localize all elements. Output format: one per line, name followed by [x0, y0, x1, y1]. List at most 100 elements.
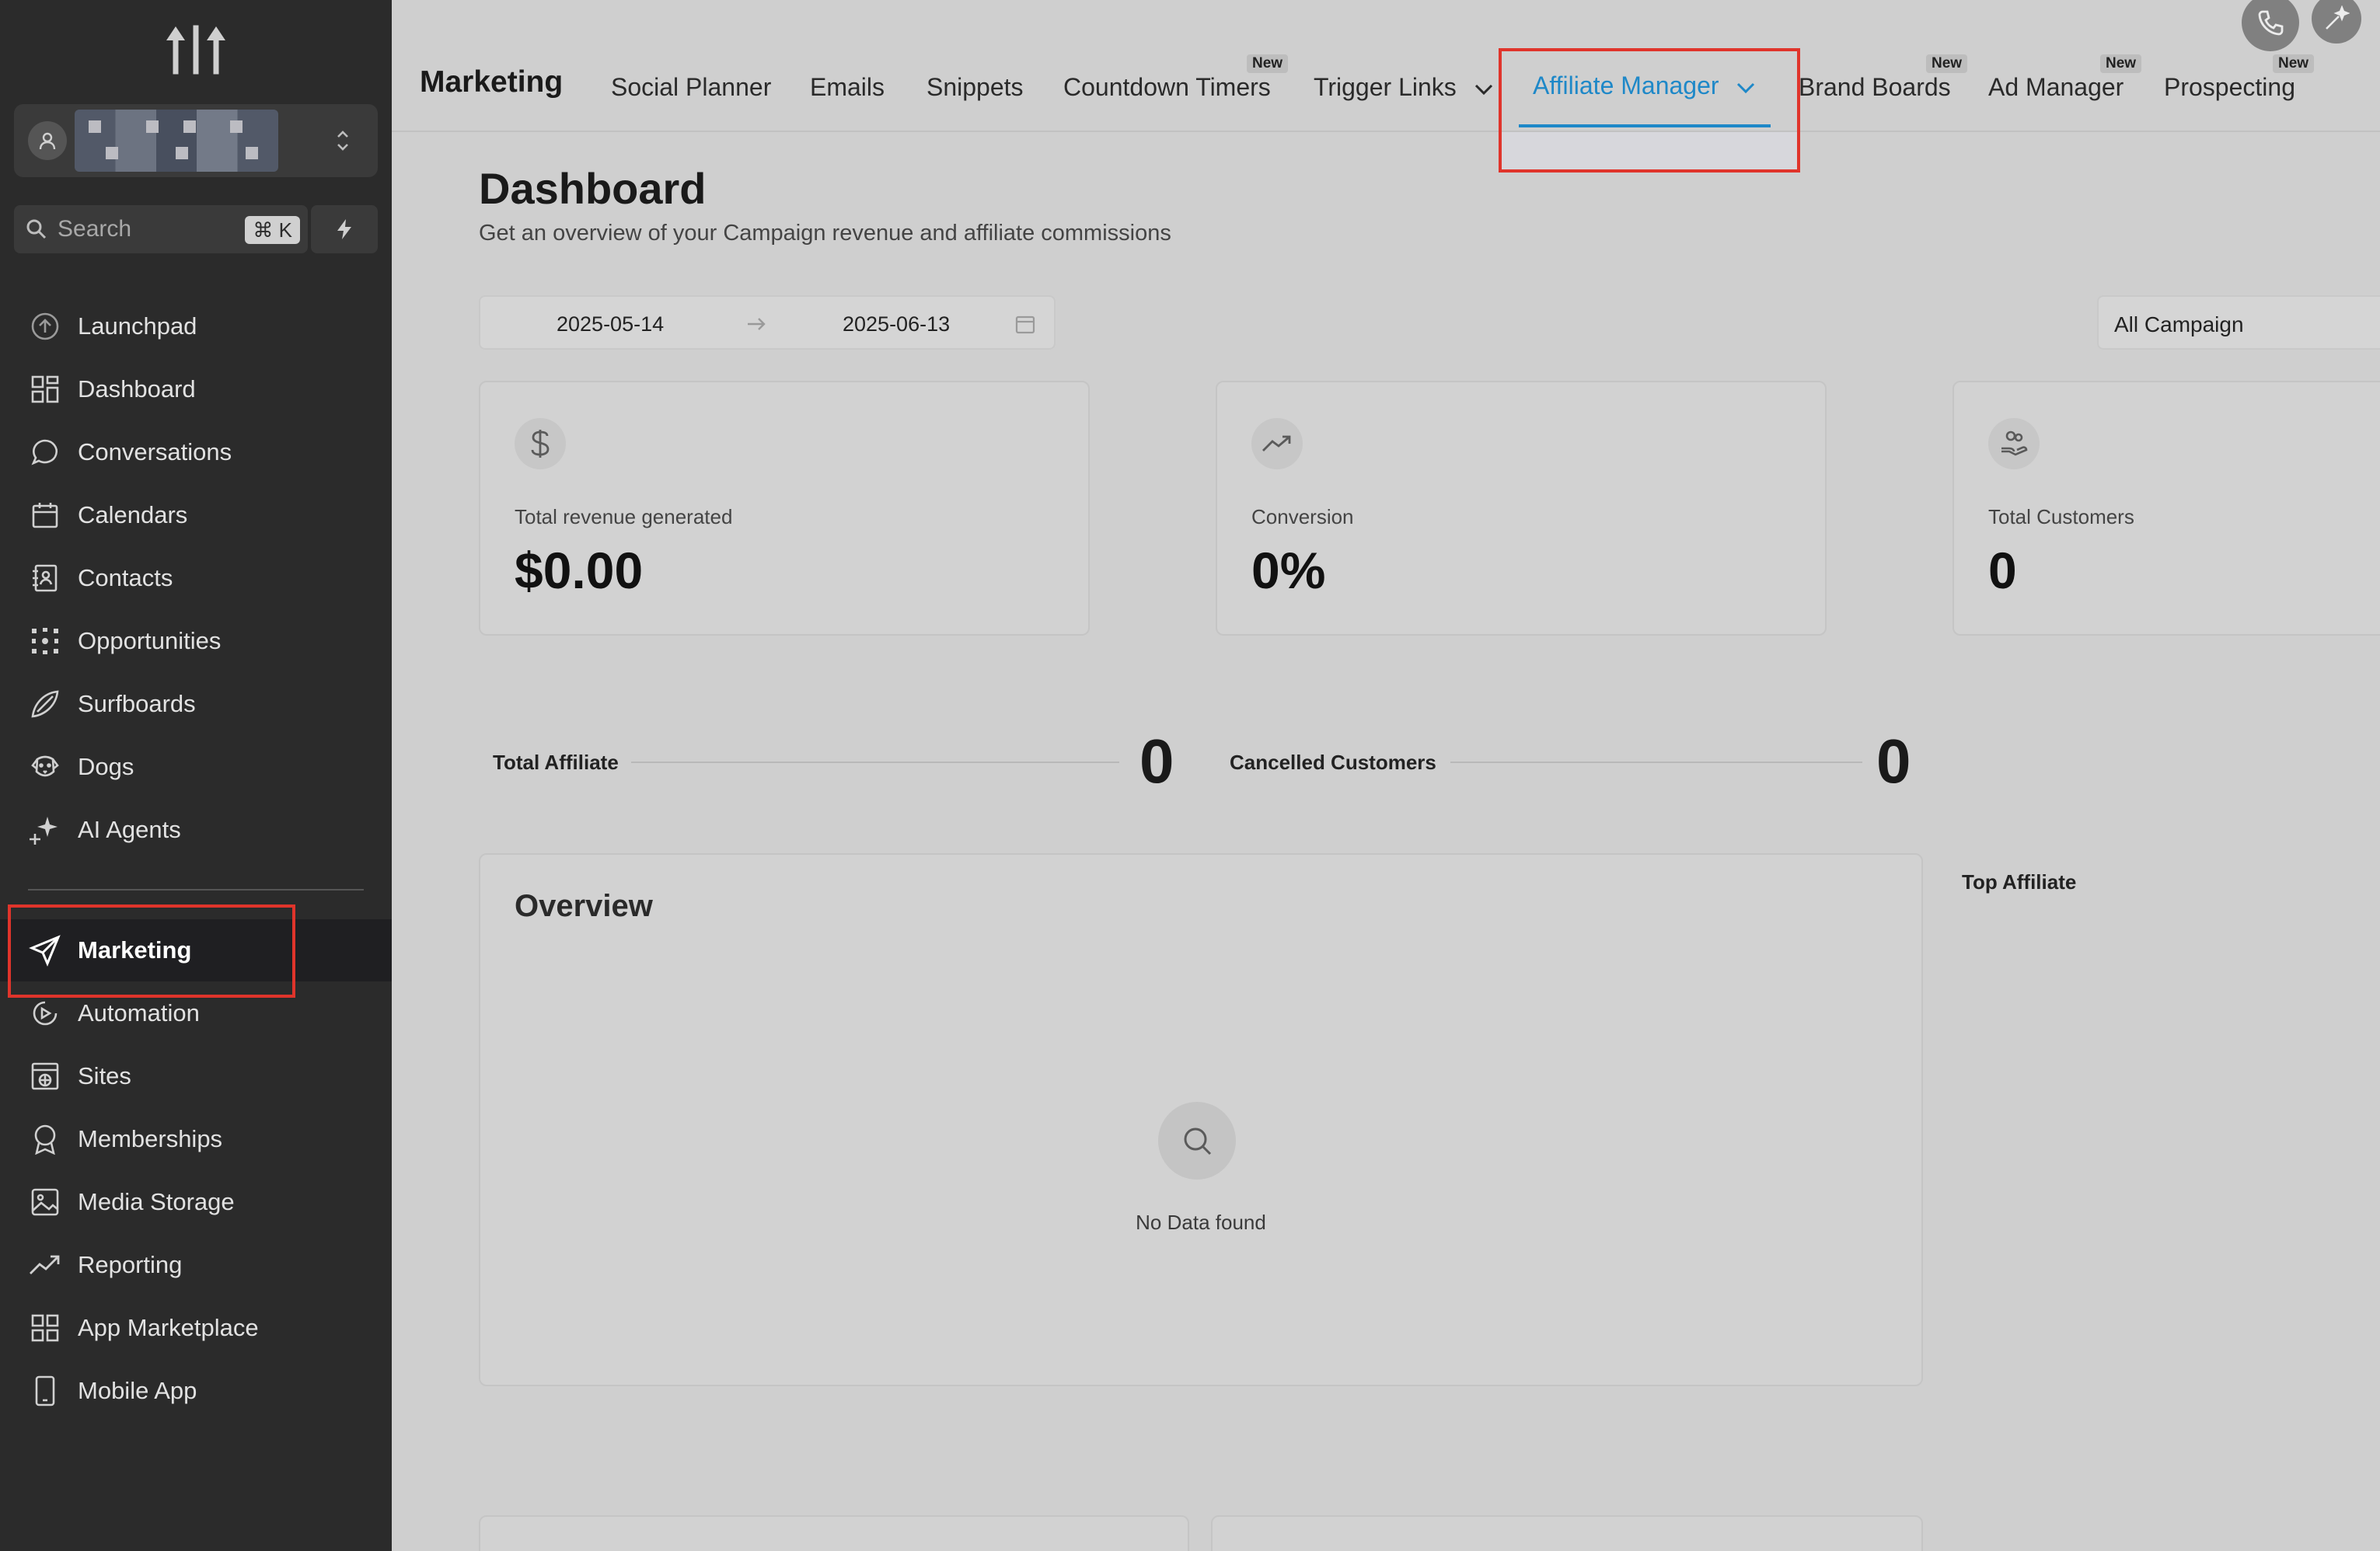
send-icon	[28, 933, 62, 967]
new-badge: New	[2100, 54, 2142, 73]
overview-title: Overview	[515, 889, 653, 923]
stat-value: 0	[1988, 542, 2017, 599]
quick-actions-button[interactable]	[311, 205, 378, 253]
page-subtitle: Get an overview of your Campaign revenue…	[479, 221, 1171, 246]
sidebar-item-automation[interactable]: Automation	[0, 982, 392, 1044]
brand-logo-icon[interactable]	[165, 20, 227, 75]
account-name-redacted	[75, 110, 278, 172]
affiliate-dropdown-panel	[1502, 132, 1797, 169]
metric-divider	[631, 762, 1119, 763]
section-title: Marketing	[420, 65, 564, 99]
apps-icon	[28, 1311, 62, 1345]
magic-wand-icon	[2326, 5, 2350, 30]
calendar-icon	[28, 498, 62, 532]
tab-countdown-timers[interactable]: Countdown Timers	[1063, 73, 1271, 102]
empty-state-text: No Data found	[1136, 1211, 1266, 1234]
sidebar-item-marketing[interactable]: Marketing	[0, 919, 392, 981]
tab-trigger-links[interactable]: Trigger Links	[1314, 73, 1495, 102]
top-nav-bar: Marketing Social Planner Emails Snippets…	[392, 0, 2380, 132]
date-end[interactable]: 2025-06-13	[843, 312, 950, 336]
sidebar-item-calendars[interactable]: Calendars	[0, 484, 392, 546]
tab-emails[interactable]: Emails	[810, 73, 885, 102]
new-badge: New	[1247, 54, 1289, 73]
search-icon	[26, 219, 47, 239]
tab-snippets[interactable]: Snippets	[927, 73, 1024, 102]
user-icon	[28, 121, 67, 160]
overview-card: Overview No Data found	[479, 853, 1923, 1386]
automation-icon	[28, 996, 62, 1030]
phone-call-icon	[2258, 10, 2284, 36]
account-switcher[interactable]	[14, 104, 378, 177]
active-tab-underline	[1519, 124, 1771, 127]
sidebar-item-mobile-app[interactable]: Mobile App	[0, 1360, 392, 1422]
sidebar-item-label: Opportunities	[78, 627, 222, 654]
sidebar-item-label: App Marketplace	[78, 1314, 259, 1341]
sparkle-icon	[28, 813, 62, 847]
chevron-down-icon	[1737, 82, 1755, 93]
launchpad-icon	[28, 309, 62, 343]
customers-icon	[1988, 418, 2040, 469]
trend-icon	[28, 1248, 62, 1282]
search-input[interactable]	[58, 216, 241, 242]
date-start[interactable]: 2025-05-14	[557, 312, 664, 336]
tab-ad-manager[interactable]: Ad Manager	[1988, 73, 2124, 102]
metric-label-total-affiliate: Total Affiliate	[493, 751, 619, 774]
phone-icon	[28, 1374, 62, 1408]
sidebar-item-memberships[interactable]: Memberships	[0, 1108, 392, 1170]
image-icon	[28, 1185, 62, 1219]
sidebar-item-dogs[interactable]: Dogs	[0, 736, 392, 798]
campaign-filter-select[interactable]: All Campaign	[2097, 295, 2380, 350]
sidebar-item-sites[interactable]: Sites	[0, 1045, 392, 1107]
new-badge: New	[2273, 54, 2315, 73]
sidebar-item-conversations[interactable]: Conversations	[0, 421, 392, 483]
stat-label: Total revenue generated	[515, 505, 733, 528]
sidebar-item-ai-agents[interactable]: AI Agents	[0, 799, 392, 861]
sidebar-item-launchpad[interactable]: Launchpad	[0, 295, 392, 357]
arrow-right-icon	[748, 318, 766, 330]
stat-value: $0.00	[515, 542, 644, 599]
sidebar-item-label: Reporting	[78, 1251, 183, 1278]
contacts-icon	[28, 561, 62, 595]
badge-icon	[28, 1122, 62, 1156]
top-affiliate-title: Top Affiliate	[1962, 870, 2077, 894]
sidebar-item-label: Surfboards	[78, 690, 196, 717]
chat-icon	[28, 435, 62, 469]
page-title: Dashboard	[479, 164, 707, 213]
sidebar-item-label: AI Agents	[78, 816, 181, 843]
sidebar-item-label: Mobile App	[78, 1377, 197, 1404]
sidebar-item-surfboards[interactable]: Surfboards	[0, 673, 392, 735]
tab-label: Affiliate Manager	[1533, 71, 1719, 99]
metric-divider	[1450, 762, 1862, 763]
search-icon	[1158, 1102, 1236, 1180]
tab-brand-boards[interactable]: Brand Boards	[1799, 73, 1951, 102]
chevron-down-icon	[1474, 84, 1492, 95]
stat-card-conversion: Conversion 0%	[1216, 381, 1827, 636]
sidebar-item-label: Media Storage	[78, 1188, 235, 1215]
sidebar-item-label: Contacts	[78, 564, 173, 591]
sidebar-item-contacts[interactable]: Contacts	[0, 547, 392, 609]
tab-prospecting[interactable]: Prospecting	[2164, 73, 2295, 102]
sidebar-item-opportunities[interactable]: Opportunities	[0, 610, 392, 672]
stat-card-revenue: Total revenue generated $0.00	[479, 381, 1090, 636]
sidebar-item-media-storage[interactable]: Media Storage	[0, 1171, 392, 1233]
new-badge: New	[1926, 54, 1968, 73]
opportunities-icon	[28, 624, 62, 658]
sidebar-item-app-marketplace[interactable]: App Marketplace	[0, 1297, 392, 1359]
sidebar-divider	[28, 889, 364, 891]
tab-affiliate-manager[interactable]: Affiliate Manager	[1533, 71, 1757, 100]
bottom-card	[1211, 1515, 1923, 1551]
metric-value-cancelled-customers: 0	[1876, 727, 1911, 796]
date-range-picker[interactable]: 2025-05-14 2025-06-13	[479, 295, 1056, 350]
sidebar-item-label: Sites	[78, 1062, 131, 1089]
tab-label: Trigger Links	[1314, 73, 1457, 101]
search-box[interactable]: ⌘ K	[14, 205, 308, 253]
bolt-icon	[337, 219, 351, 239]
tab-social-planner[interactable]: Social Planner	[611, 73, 771, 102]
sidebar-item-dashboard[interactable]: Dashboard	[0, 358, 392, 420]
sidebar-item-label: Calendars	[78, 501, 188, 528]
sidebar-item-label: Marketing	[78, 936, 192, 964]
trend-up-icon	[1251, 418, 1303, 469]
sidebar-item-reporting[interactable]: Reporting	[0, 1234, 392, 1296]
sidebar-item-label: Memberships	[78, 1125, 223, 1152]
stat-card-customers: Total Customers 0	[1953, 381, 2380, 636]
